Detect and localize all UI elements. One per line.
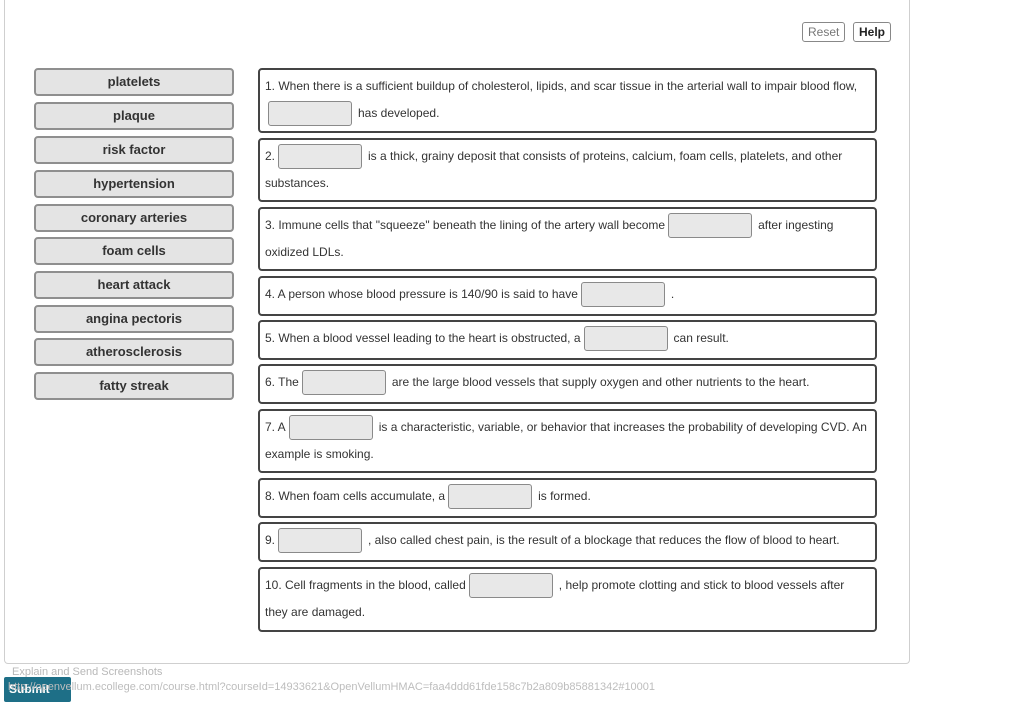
drop-target[interactable] [268, 101, 352, 127]
question-text-after: is formed. [538, 489, 591, 503]
question-4: 4. A person whose blood pressure is 140/… [258, 276, 877, 316]
drop-target[interactable] [448, 484, 533, 510]
question-5: 5. When a blood vessel leading to the he… [258, 320, 877, 360]
word-chip-plaque[interactable]: plaque [34, 102, 234, 130]
question-text-after: has developed. [358, 106, 440, 120]
drop-target[interactable] [301, 370, 386, 396]
drop-target[interactable] [278, 528, 363, 554]
question-7: 7. Ais a characteristic, variable, or be… [258, 409, 877, 473]
drop-target[interactable] [278, 144, 363, 170]
word-chip-coronary-arteries[interactable]: coronary arteries [34, 204, 234, 232]
drop-target[interactable] [288, 415, 373, 441]
help-button[interactable]: Help [853, 22, 892, 42]
question-text-after: can result. [673, 331, 729, 345]
question-1: 1. When there is a sufficient buildup of… [258, 68, 877, 133]
word-chip-foam-cells[interactable]: foam cells [34, 237, 234, 265]
question-text-before: 1. When there is a sufficient buildup of… [265, 79, 858, 93]
reset-button[interactable]: Reset [802, 22, 846, 42]
status-url: http://openvellum.ecollege.com/course.ht… [8, 681, 656, 693]
word-chip-heart-attack[interactable]: heart attack [34, 271, 234, 299]
question-text-before: 9. [265, 533, 276, 547]
drop-target[interactable] [580, 282, 665, 308]
question-8: 8. When foam cells accumulate, a is forme… [258, 478, 877, 518]
question-text-before: 2. [265, 149, 276, 163]
question-text-before: 4. A person whose blood pressure is 140/… [265, 287, 578, 301]
drop-target[interactable] [668, 213, 753, 239]
question-9: 9. , also called chest pain, is the resul… [258, 522, 877, 562]
drop-target[interactable] [583, 326, 668, 352]
question-10: 10. Cell fragments in the blood, called,… [258, 567, 877, 632]
question-text-after: , also called chest pain, is the result … [368, 533, 840, 547]
question-text-before: 10. Cell fragments in the blood, called [265, 578, 466, 592]
word-chip-risk-factor[interactable]: risk factor [34, 136, 234, 164]
question-text-before: 8. When foam cells accumulate, a [265, 489, 446, 503]
question-3: 3. Immune cells that "squeeze" beneath t… [258, 207, 877, 271]
word-chip-hypertension[interactable]: hypertension [34, 170, 234, 198]
word-chip-fatty-streak[interactable]: fatty streak [34, 372, 234, 400]
word-chip-platelets[interactable]: platelets [34, 68, 234, 96]
question-6: 6. The are the large blood vessels that s… [258, 364, 877, 404]
question-2: 2. is a thick, grainy deposit that consis… [258, 138, 877, 202]
drop-target[interactable] [468, 573, 553, 599]
question-text-before: 5. When a blood vessel leading to the he… [265, 331, 581, 345]
question-text-after: . [670, 287, 675, 301]
word-chip-angina-pectoris[interactable]: angina pectoris [34, 305, 234, 333]
question-text-before: 3. Immune cells that "squeeze" beneath t… [265, 218, 666, 232]
question-text-before: 6. The [265, 375, 299, 389]
question-text-after: are the large blood vessels that supply … [391, 375, 810, 389]
question-text-before: 7. A [265, 420, 286, 434]
word-chip-atherosclerosis[interactable]: atherosclerosis [34, 338, 234, 366]
